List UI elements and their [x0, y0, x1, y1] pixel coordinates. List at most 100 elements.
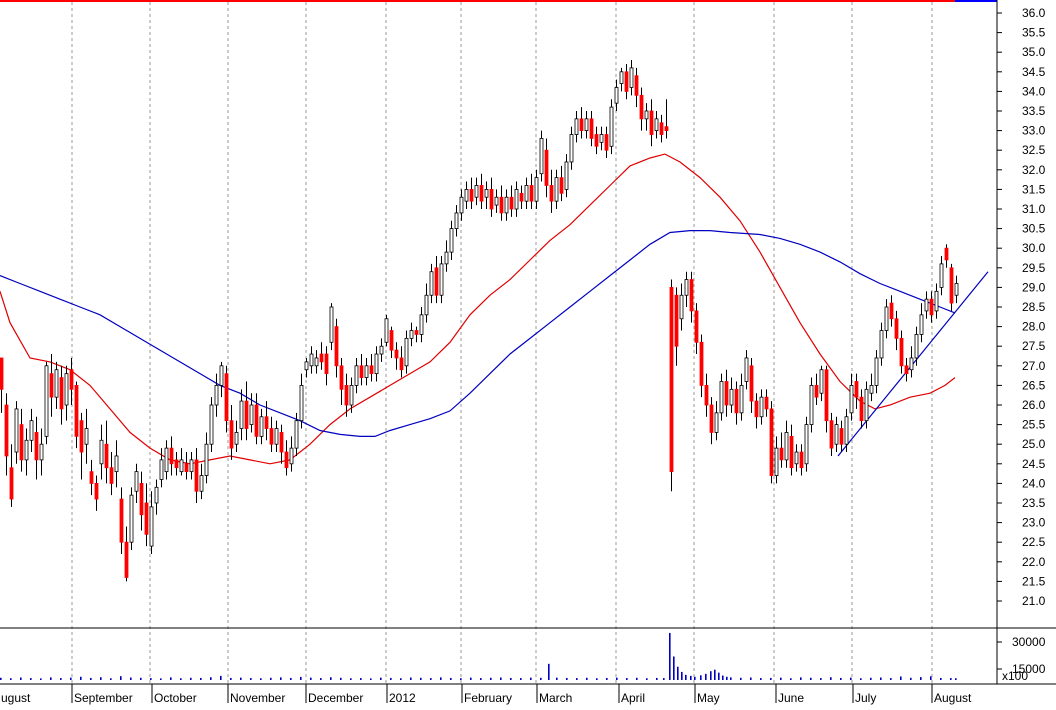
candle-body: [409, 330, 414, 339]
volume-bar: [280, 677, 282, 680]
candle-body: [34, 432, 39, 461]
stock-chart: 21.0 21.5 22.0 22.5 23.0 23.5 24.0 24.5 25.0 25.5…: [0, 0, 1056, 705]
candle-body: [184, 463, 189, 473]
candle-body: [629, 67, 634, 88]
candle-body: [154, 486, 159, 504]
candle-body: [904, 365, 909, 375]
candle-body: [754, 400, 759, 418]
candle-body: [634, 75, 639, 96]
candle-body: [279, 432, 284, 453]
month-label: November: [230, 691, 285, 705]
volume-bar: [760, 678, 762, 680]
candle-body: [294, 420, 299, 449]
volume-bar: [636, 677, 638, 680]
candle-body: [624, 71, 629, 92]
candle-body: [259, 416, 264, 437]
candle-body: [829, 420, 834, 449]
price-tick-label: 35.0: [1022, 45, 1046, 59]
price-tick-label: 23.0: [1022, 516, 1046, 530]
candle-body: [69, 369, 74, 390]
candle-body: [339, 365, 344, 390]
candle-body: [329, 306, 334, 343]
volume-bar: [40, 678, 42, 680]
volume-bar: [430, 678, 432, 680]
candle-body: [949, 267, 954, 304]
candle-body: [324, 353, 329, 375]
candle-body: [509, 196, 514, 210]
volume-bar: [130, 677, 132, 680]
price-tick-label: 31.5: [1022, 182, 1046, 196]
price-tick-label: 24.0: [1022, 476, 1046, 490]
volume-bar: [860, 678, 862, 680]
volume-bar: [390, 677, 392, 680]
candle-body: [589, 118, 594, 139]
candle-body: [79, 420, 84, 453]
volume-bar: [606, 677, 608, 680]
volume-bar: [60, 678, 62, 680]
month-label: July: [855, 691, 876, 705]
volume-bar: [290, 677, 292, 680]
candle-body: [564, 161, 569, 190]
candle-body: [109, 467, 114, 484]
price-tick-label: 34.0: [1022, 84, 1046, 98]
candle-body: [764, 396, 769, 410]
candle-body: [14, 408, 19, 453]
volume-bar: [780, 677, 782, 680]
candle-body: [614, 87, 619, 104]
month-label: March: [539, 691, 572, 705]
candle-body: [194, 459, 199, 492]
volume-bar: [685, 674, 687, 680]
price-tick-label: 30.5: [1022, 222, 1046, 236]
volume-bar: [820, 678, 822, 680]
candle-body: [469, 188, 474, 202]
volume-bar: [663, 678, 665, 680]
volume-bar: [140, 677, 142, 680]
volume-bar: [330, 677, 332, 680]
candle-body: [84, 428, 89, 445]
price-tick-label: 32.0: [1022, 163, 1046, 177]
candle-body: [64, 373, 69, 406]
candle-body: [884, 306, 889, 331]
candle-body: [919, 314, 924, 335]
volume-bar: [840, 677, 842, 680]
candle-body: [704, 384, 709, 406]
candle-body: [864, 388, 869, 422]
candle-body: [264, 416, 269, 429]
price-tick-label: 22.0: [1022, 555, 1046, 569]
volume-bar: [370, 678, 372, 680]
volume-multiplier-label: x100: [1002, 669, 1028, 683]
candle-body: [404, 337, 409, 367]
volume-bar: [714, 669, 716, 680]
candle-body: [29, 420, 34, 441]
volume-bar: [440, 677, 442, 680]
candle-body: [149, 506, 154, 547]
candle-body: [9, 467, 14, 500]
volume-bar: [100, 677, 102, 680]
candle-body: [224, 373, 229, 422]
volume-bar: [150, 678, 152, 680]
candle-body: [44, 365, 49, 437]
candle-body: [819, 369, 824, 394]
price-tick-label: 24.5: [1022, 457, 1046, 471]
candle-body: [144, 502, 149, 535]
candle-body: [519, 192, 524, 202]
volume-bar: [910, 677, 912, 680]
candle-body: [204, 443, 209, 476]
candle-body: [384, 318, 389, 343]
volume-bar: [740, 677, 742, 680]
candle-body: [499, 196, 504, 214]
candle-body: [129, 494, 134, 543]
volume-bar: [90, 677, 92, 680]
candle-body: [814, 384, 819, 398]
candle-body: [304, 361, 309, 371]
candle-body: [289, 447, 294, 465]
candle-body: [59, 377, 64, 410]
volume-bar: [170, 677, 172, 680]
candle-body: [744, 357, 749, 382]
candle-body: [504, 196, 509, 214]
candle-body: [809, 384, 814, 425]
candle-body: [854, 381, 859, 398]
price-tick-label: 25.5: [1022, 418, 1046, 432]
volume-bar: [530, 677, 532, 680]
volume-bar: [790, 678, 792, 680]
